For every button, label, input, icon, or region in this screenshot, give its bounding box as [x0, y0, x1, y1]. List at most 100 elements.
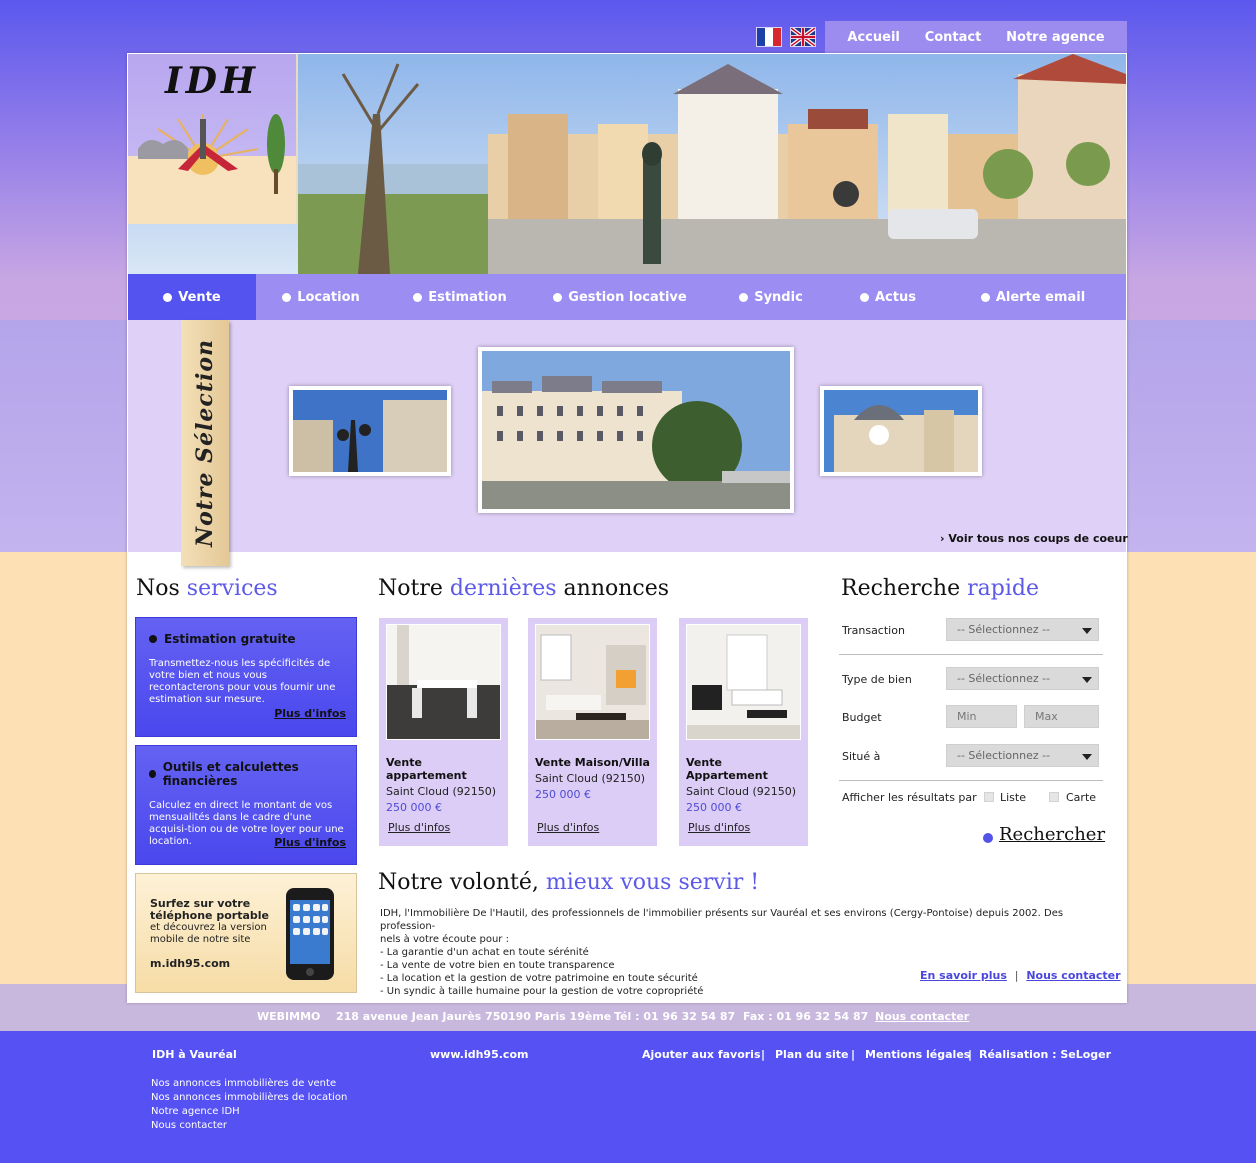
fax-text: Fax : 01 96 32 54 87 — [743, 1010, 869, 1023]
listing-city: Saint Cloud (92150) — [686, 785, 797, 798]
chevron-down-icon — [1082, 628, 1092, 634]
footer-separator: | — [851, 1048, 856, 1061]
divider — [839, 654, 1103, 655]
nav-actus[interactable]: Actus — [836, 274, 940, 320]
select-value: -- Sélectionnez -- — [957, 623, 1051, 636]
listing-price: 250 000 € — [686, 801, 742, 814]
add-favorites-link[interactable]: Ajouter aux favoris — [642, 1048, 761, 1061]
nav-label: Location — [297, 289, 360, 305]
sitemap-link[interactable]: Plan du site — [775, 1048, 849, 1061]
listing-photo[interactable] — [686, 624, 801, 740]
volonte-links: En savoir plus | Nous contacter — [920, 969, 1121, 982]
map-checkbox[interactable] — [1049, 792, 1059, 802]
topnav-notre-agence[interactable]: Notre agence — [1006, 30, 1104, 45]
nav-vente[interactable]: Vente — [128, 274, 256, 320]
bullet-icon — [413, 292, 423, 302]
flag-fr-icon[interactable] — [756, 27, 782, 47]
footer-links: Nos annonces immobilières de vente Nos a… — [151, 1077, 347, 1133]
top-navigation: Accueil Contact Notre agence — [825, 21, 1127, 53]
address-text: 218 avenue Jean Jaurès 750190 Paris 19èm… — [336, 1010, 612, 1023]
contact-us-link[interactable]: Nous contacter — [1026, 969, 1120, 982]
main-navigation: Vente Location Estimation Gestion locati… — [128, 274, 1126, 320]
transaction-select[interactable]: -- Sélectionnez -- — [946, 618, 1099, 641]
nav-label: Estimation — [428, 289, 507, 305]
carousel-photo-left[interactable] — [289, 386, 451, 476]
nav-gestion-locative[interactable]: Gestion locative — [534, 274, 706, 320]
budget-max-input[interactable]: Max — [1024, 705, 1099, 728]
footer-link-rental[interactable]: Nos annonces immobilières de location — [151, 1091, 347, 1105]
service-estimation-more-link[interactable]: Plus d'infos — [274, 707, 346, 720]
footer-site-link[interactable]: www.idh95.com — [430, 1048, 528, 1061]
list-option-label: Liste — [1000, 791, 1026, 804]
budget-min-input[interactable]: Min — [946, 705, 1017, 728]
bullet-icon — [739, 292, 749, 302]
listing-card[interactable]: Vente appartement Saint Cloud (92150) 25… — [379, 618, 508, 846]
credits-link[interactable]: Réalisation : SeLoger — [979, 1048, 1111, 1061]
flag-uk-icon[interactable] — [790, 27, 816, 47]
carousel-photo-right[interactable] — [820, 386, 982, 476]
listing-more-link[interactable]: Plus d'infos — [537, 821, 599, 834]
site-logo[interactable]: IDH — [128, 54, 298, 224]
transaction-label: Transaction — [842, 624, 905, 637]
footer-link-sale[interactable]: Nos annonces immobilières de vente — [151, 1077, 347, 1091]
location-select[interactable]: -- Sélectionnez -- — [946, 744, 1099, 767]
select-value: -- Sélectionnez -- — [957, 672, 1051, 685]
service-estimation-box[interactable]: Estimation gratuite Transmettez-nous les… — [135, 617, 357, 737]
location-label: Situé à — [842, 750, 881, 763]
type-select[interactable]: -- Sélectionnez -- — [946, 667, 1099, 690]
service-estimation-title: Estimation gratuite — [164, 632, 296, 646]
nav-estimation[interactable]: Estimation — [386, 274, 534, 320]
carousel-photo-center[interactable] — [478, 347, 794, 513]
bullet-icon — [163, 292, 173, 302]
listing-price: 250 000 € — [386, 801, 442, 814]
selection-tab-label: Notre Sélection — [192, 338, 218, 548]
bullet-icon — [553, 292, 563, 302]
services-heading: Nos services — [136, 576, 278, 601]
footer-link-contact[interactable]: Nous contacter — [151, 1119, 347, 1133]
service-tools-more-link[interactable]: Plus d'infos — [274, 836, 346, 849]
display-mode-label: Afficher les résultats par — [842, 791, 977, 804]
listing-more-link[interactable]: Plus d'infos — [688, 821, 750, 834]
search-button[interactable]: Rechercher — [983, 824, 1105, 845]
nav-label: Vente — [178, 289, 221, 305]
divider — [839, 780, 1103, 781]
nav-alerte-email[interactable]: Alerte email — [940, 274, 1126, 320]
link-separator: | — [1014, 969, 1019, 982]
list-checkbox[interactable] — [984, 792, 994, 802]
legal-notice-link[interactable]: Mentions légales — [865, 1048, 970, 1061]
nav-syndic[interactable]: Syndic — [706, 274, 836, 320]
listing-photo[interactable] — [386, 624, 501, 740]
logo-house-sun-icon — [138, 114, 285, 194]
chevron-down-icon — [1082, 754, 1092, 760]
logo-text: IDH — [164, 60, 260, 102]
selection-tab: Notre Sélection — [181, 320, 229, 566]
bullet-icon — [860, 292, 869, 302]
volonte-heading: Notre volonté, mieux vous servir ! — [378, 870, 760, 895]
topnav-contact[interactable]: Contact — [925, 30, 982, 45]
listing-title: Vente appartement — [386, 756, 467, 782]
address-contact-link[interactable]: Nous contacter — [875, 1010, 969, 1023]
see-all-favorites-link[interactable]: › Voir tous nos coups de coeur — [940, 532, 1128, 545]
listing-more-link[interactable]: Plus d'infos — [388, 821, 450, 834]
bullet-icon — [282, 292, 292, 302]
listing-card[interactable]: Vente Appartement Saint Cloud (92150) 25… — [679, 618, 808, 846]
listing-photo[interactable] — [535, 624, 650, 740]
topnav-accueil[interactable]: Accueil — [847, 30, 899, 45]
budget-label: Budget — [842, 711, 882, 724]
type-label: Type de bien — [842, 673, 912, 686]
listing-price: 250 000 € — [535, 788, 591, 801]
brand-label: WEBIMMO — [257, 1010, 321, 1023]
footer-link-agency[interactable]: Notre agence IDH — [151, 1105, 347, 1119]
search-heading: Recherche rapide — [841, 576, 1039, 601]
service-tools-box[interactable]: Outils et calculettes financières Calcul… — [135, 745, 357, 865]
bullet-icon — [983, 832, 993, 843]
nav-location[interactable]: Location — [256, 274, 386, 320]
listing-card[interactable]: Vente Maison/Villa Saint Cloud (92150) 2… — [528, 618, 657, 846]
listing-city: Saint Cloud (92150) — [535, 772, 646, 785]
chevron-down-icon — [1082, 677, 1092, 683]
service-estimation-desc: Transmettez-nous les spécificités de vot… — [149, 658, 336, 705]
mobile-site-promo[interactable]: Surfez sur votre téléphone portable et d… — [135, 873, 357, 993]
learn-more-link[interactable]: En savoir plus — [920, 969, 1007, 982]
listing-city: Saint Cloud (92150) — [386, 785, 497, 798]
service-tools-title: Outils et calculettes financières — [162, 760, 299, 788]
